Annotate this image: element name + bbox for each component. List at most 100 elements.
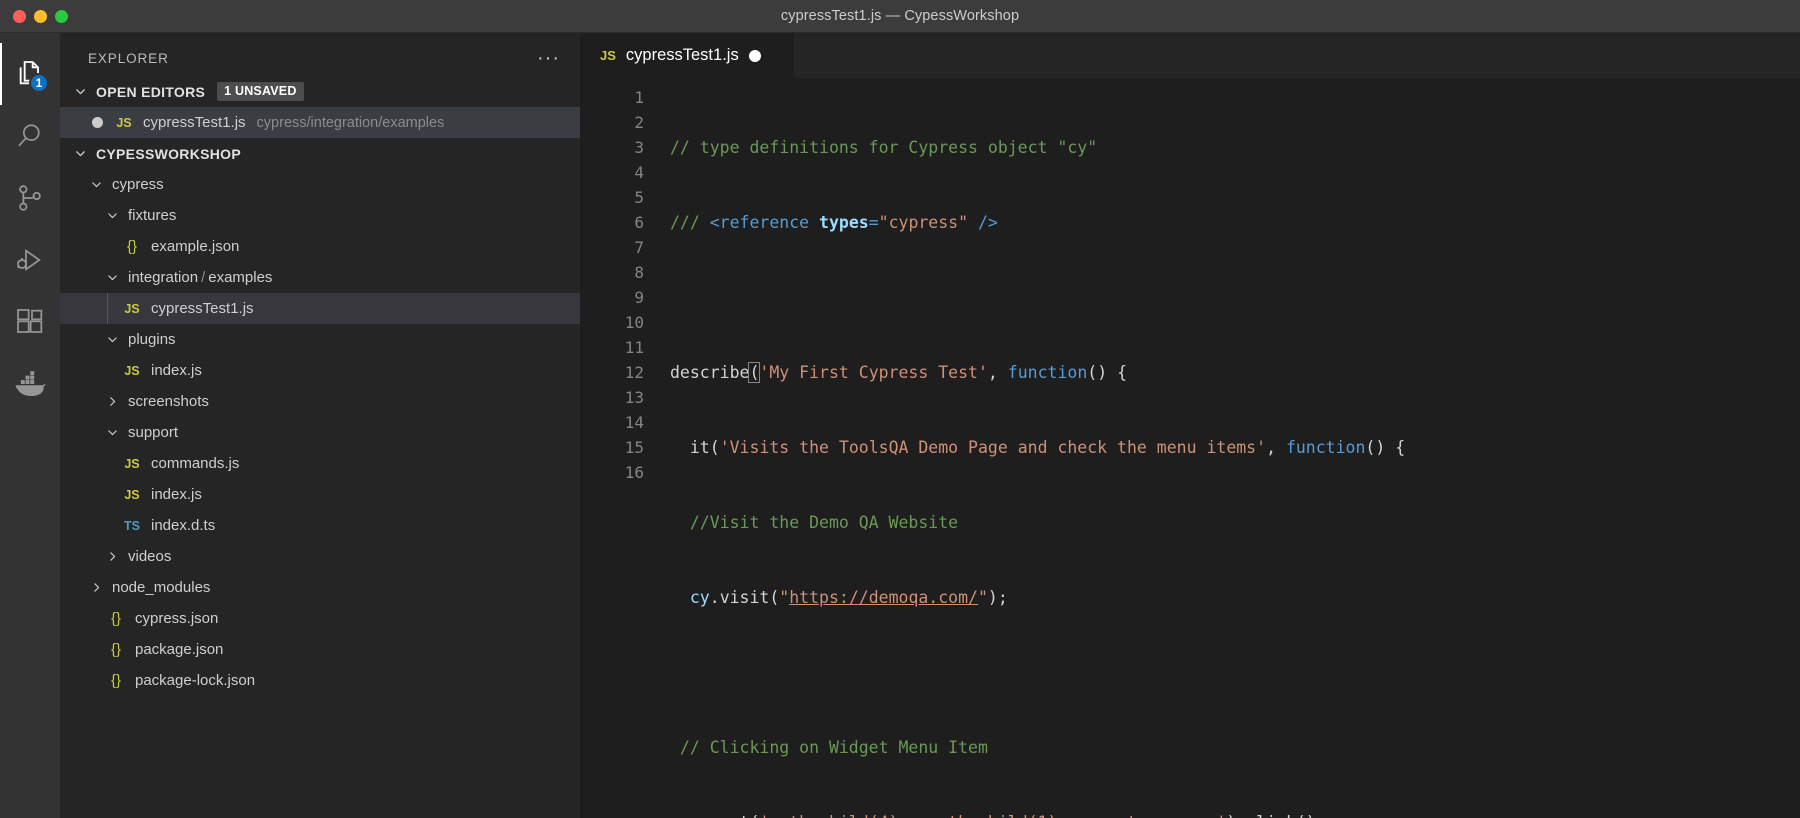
js-file-icon: JS	[116, 115, 132, 130]
explorer-title: EXPLORER	[88, 50, 169, 66]
line-number: 3	[634, 138, 644, 157]
tab-dirty-indicator[interactable]	[748, 49, 761, 62]
line-number-gutter: 1 2 3 4 5 6 7 8 9 10 11 12 13 14 15 16	[580, 85, 660, 818]
json-file-icon: {}	[110, 610, 122, 627]
line-number: 8	[634, 263, 644, 282]
editor-group: JS cypressTest1.js 1 2 3 4 5 6 7 8 9 10	[580, 33, 1800, 818]
tree-item-screenshots[interactable]: screenshots	[60, 386, 580, 417]
section-workspace-header[interactable]: CYPESSWORKSHOP	[60, 138, 580, 169]
tree-item-integration-examples[interactable]: integration / examples	[60, 262, 580, 293]
tree-item-label: node_modules	[112, 579, 211, 596]
close-window-button[interactable]	[13, 9, 26, 23]
code-content[interactable]: // type definitions for Cypress object "…	[660, 85, 1800, 818]
activity-item-source-control[interactable]	[0, 167, 60, 229]
workbench: 1 EXPLORER ··· OPEN EDITORS 1 UNSAVED JS…	[0, 33, 1800, 818]
line-number: 9	[634, 288, 644, 307]
tree-indent-guide	[107, 293, 108, 324]
tree-item-label: integration	[128, 269, 199, 286]
tree-item-label: example.json	[151, 238, 240, 255]
tree-item-cypressTest1-js[interactable]: JS cypressTest1.js	[60, 293, 580, 324]
zoom-window-button[interactable]	[55, 9, 68, 23]
activity-bar: 1	[0, 33, 60, 818]
tab-cypressTest1-js[interactable]: JS cypressTest1.js	[580, 33, 795, 78]
tree-item-label: screenshots	[128, 393, 209, 410]
path-separator: /	[201, 269, 206, 286]
workspace-title: CYPESSWORKSHOP	[96, 145, 241, 162]
minimize-window-button[interactable]	[34, 9, 47, 23]
activity-item-explorer[interactable]: 1	[0, 43, 60, 105]
explorer-more-actions-button[interactable]: ···	[537, 48, 560, 68]
tree-item-index-d-ts[interactable]: TS index.d.ts	[60, 510, 580, 541]
tab-label: cypressTest1.js	[625, 46, 739, 64]
chevron-down-icon	[104, 269, 121, 286]
tree-item-label: support	[128, 424, 179, 441]
tree-item-videos[interactable]: videos	[60, 541, 580, 572]
sidebar-explorer: EXPLORER ··· OPEN EDITORS 1 UNSAVED JS c…	[60, 33, 580, 818]
js-file-icon: JS	[124, 487, 140, 502]
traffic-light-controls	[0, 9, 68, 23]
tree-item-label: index.js	[151, 486, 202, 503]
js-file-icon: JS	[124, 301, 140, 316]
line-number: 13	[624, 388, 644, 407]
code-line-1: // type definitions for Cypress object "…	[670, 138, 1098, 157]
code-line-4: describe('My First Cypress Test', functi…	[670, 362, 1128, 383]
line-number: 7	[634, 238, 644, 257]
code-line-2: /// <reference types="cypress" />	[670, 213, 998, 232]
line-number: 11	[624, 338, 644, 357]
open-editor-filepath: cypress/integration/examples	[256, 114, 445, 131]
tree-item-package-json[interactable]: {} package.json	[60, 634, 580, 665]
line-number: 2	[634, 113, 644, 132]
tree-item-support-index-js[interactable]: JS index.js	[60, 479, 580, 510]
activity-item-run-and-debug[interactable]	[0, 229, 60, 291]
tree-item-label: package.json	[135, 641, 224, 658]
tree-item-label: plugins	[128, 331, 176, 348]
tree-item-label: package-lock.json	[135, 672, 256, 689]
code-line-6: //Visit the Demo QA Website	[670, 513, 959, 532]
chevron-down-icon	[104, 207, 121, 224]
docker-whale-icon	[13, 367, 47, 401]
tree-item-example-json[interactable]: {} example.json	[60, 231, 580, 262]
code-editor[interactable]: 1 2 3 4 5 6 7 8 9 10 11 12 13 14 15 16 /…	[580, 78, 1800, 818]
extensions-icon	[14, 306, 46, 338]
tree-item-plugins-index-js[interactable]: JS index.js	[60, 355, 580, 386]
tree-item-commands-js[interactable]: JS commands.js	[60, 448, 580, 479]
chevron-right-icon	[104, 393, 121, 410]
line-number: 5	[634, 188, 644, 207]
section-open-editors-header[interactable]: OPEN EDITORS 1 UNSAVED	[60, 76, 580, 107]
tree-item-cypress[interactable]: cypress	[60, 169, 580, 200]
line-number: 10	[624, 313, 644, 332]
tree-item-fixtures[interactable]: fixtures	[60, 200, 580, 231]
chevron-down-icon	[72, 145, 89, 162]
json-file-icon: {}	[110, 672, 122, 689]
vscode-window: cypressTest1.js — CypessWorkshop 1 EXPLO…	[0, 0, 1800, 818]
line-number: 14	[624, 413, 644, 432]
activity-item-search[interactable]	[0, 105, 60, 167]
json-file-icon: {}	[126, 238, 138, 255]
tree-item-package-lock-json[interactable]: {} package-lock.json	[60, 665, 580, 696]
tree-item-cypress-json[interactable]: {} cypress.json	[60, 603, 580, 634]
js-file-icon: JS	[124, 363, 140, 378]
json-file-icon: {}	[110, 641, 122, 658]
js-file-icon: JS	[124, 456, 140, 471]
tree-item-label: videos	[128, 548, 172, 565]
chevron-right-icon	[88, 579, 105, 596]
activity-item-docker[interactable]	[0, 353, 60, 415]
tree-item-support[interactable]: support	[60, 417, 580, 448]
chevron-down-icon	[88, 176, 105, 193]
open-editor-item-cypressTest1[interactable]: JS cypressTest1.js cypress/integration/e…	[60, 107, 580, 138]
run-debug-icon	[14, 244, 46, 276]
chevron-down-icon	[104, 424, 121, 441]
activity-item-extensions[interactable]	[0, 291, 60, 353]
tree-item-plugins[interactable]: plugins	[60, 324, 580, 355]
ts-file-icon: TS	[124, 518, 140, 533]
line-number: 1	[634, 88, 644, 107]
line-number: 6	[634, 213, 644, 232]
tree-item-label: commands.js	[151, 455, 240, 472]
unsaved-count-badge: 1 UNSAVED	[217, 82, 304, 101]
chevron-down-icon	[104, 331, 121, 348]
tree-item-label: index.d.ts	[151, 517, 216, 534]
tree-item-node-modules[interactable]: node_modules	[60, 572, 580, 603]
code-line-5: it('Visits the ToolsQA Demo Page and che…	[689, 438, 1406, 457]
